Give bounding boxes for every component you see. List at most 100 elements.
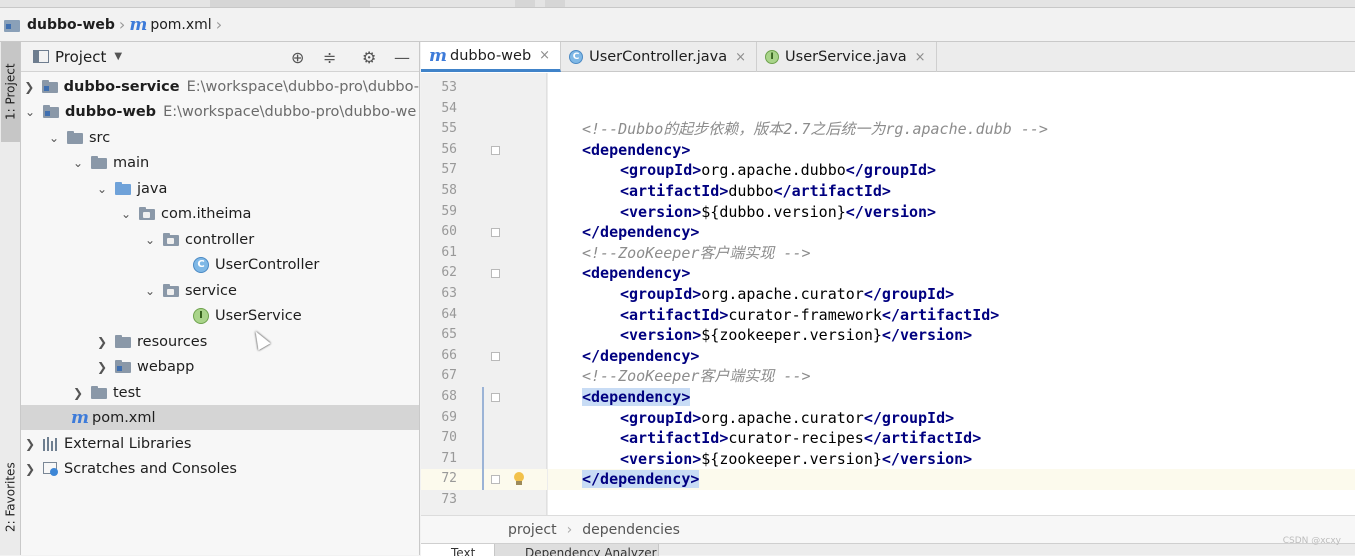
line-number: 57: [441, 162, 457, 178]
close-icon[interactable]: ×: [735, 50, 746, 65]
locate-icon[interactable]: ⊕: [291, 48, 304, 67]
tree-item-userservice[interactable]: I UserService: [21, 303, 419, 328]
tree-item-test[interactable]: ❯ test: [21, 380, 419, 405]
close-icon[interactable]: ×: [539, 48, 550, 63]
code-line: <version>${dubbo.version}</version>: [620, 202, 936, 223]
chevron-down-icon[interactable]: ⌄: [23, 105, 37, 119]
xml-comment: <!--ZooKeeper客户端实现 -->: [582, 243, 811, 262]
tree-item-scratches[interactable]: ❯ Scratches and Consoles: [21, 456, 419, 481]
chevron-right-icon[interactable]: ❯: [95, 335, 109, 349]
xml-text: curator-framework: [728, 305, 882, 324]
close-icon[interactable]: ×: [915, 50, 926, 65]
tree-item-pom-xml[interactable]: m pom.xml: [21, 405, 419, 430]
xml-open-tag: <version>: [620, 202, 702, 221]
tree-item-dubbo-service[interactable]: ❯ dubbo-service E:\workspace\dubbo-pro\d…: [21, 74, 419, 99]
fold-toggle[interactable]: [491, 393, 500, 402]
folder-icon: [91, 156, 108, 169]
tree-item-label: External Libraries: [64, 435, 192, 452]
tab-label: UserController.java: [589, 49, 728, 65]
tree-item-label: pom.xml: [92, 409, 156, 426]
xml-open-tag: <groupId>: [620, 285, 702, 303]
xml-close-tag: </version>: [881, 326, 973, 345]
tree-item-label: test: [113, 384, 141, 401]
chevron-down-icon[interactable]: ⌄: [71, 156, 85, 170]
chevron-down-icon[interactable]: ⌄: [143, 284, 157, 298]
chevron-right-icon[interactable]: ❯: [23, 80, 36, 94]
minimize-icon[interactable]: —: [394, 48, 410, 67]
chevron-down-icon[interactable]: ⌄: [95, 182, 109, 196]
editor-breadcrumb: project › dependencies: [421, 515, 1355, 543]
lightbulb-icon[interactable]: [513, 472, 525, 486]
tab-dubbo-web[interactable]: m dubbo-web ×: [421, 42, 562, 72]
chevron-down-icon[interactable]: ⌄: [143, 233, 157, 247]
editor-breadcrumb-project[interactable]: project: [508, 522, 557, 538]
xml-open-tag: <artifactId>: [620, 182, 729, 200]
chevron-right-icon[interactable]: ❯: [95, 360, 109, 374]
tree-item-label: main: [113, 154, 150, 171]
line-number: 59: [441, 203, 457, 219]
code-line: <version>${zookeeper.version}</version>: [620, 449, 972, 470]
chevron-right-icon: ›: [566, 521, 573, 538]
tree-item-label: controller: [185, 231, 255, 248]
breadcrumb: dubbo-web › m pom.xml ›: [4, 8, 226, 41]
project-tool-tab[interactable]: 1: Project: [1, 42, 20, 142]
indent-guide: [547, 73, 548, 515]
gear-icon[interactable]: ⚙: [362, 48, 376, 67]
favorites-tool-tab-label: 2: Favorites: [3, 462, 18, 532]
tab-userservice-java[interactable]: I UserService.java ×: [757, 42, 937, 72]
xml-open-tag: <artifactId>: [620, 305, 729, 324]
xml-tag: <dependency>: [582, 140, 691, 159]
code-line: </dependency>: [582, 222, 699, 243]
tree-item-external-libraries[interactable]: ❯ External Libraries: [21, 431, 419, 456]
tree-item-label: com.itheima: [161, 205, 252, 222]
tree-item-com-itheima[interactable]: ⌄ com.itheima: [21, 201, 419, 226]
tab-dependency-analyzer[interactable]: Dependency Analyzer: [495, 544, 659, 556]
line-number: 72: [441, 471, 457, 487]
project-panel: Project ▼ ⊕ ≑ ⚙ — ❯ dubbo-service E:\wor…: [21, 42, 420, 555]
class-icon: C: [569, 50, 584, 64]
tab-usercontroller-java[interactable]: C UserController.java ×: [561, 42, 758, 72]
tree-item-controller[interactable]: ⌄ controller: [21, 227, 419, 252]
xml-close-tag: </artifactId>: [773, 182, 891, 200]
chevron-down-icon[interactable]: ⌄: [119, 207, 133, 221]
watermark: CSDN @xcxy: [1282, 536, 1341, 546]
chevron-right-icon[interactable]: ❯: [23, 462, 37, 476]
tree-item-resources[interactable]: ❯ resources: [21, 329, 419, 354]
tree-item-usercontroller[interactable]: C UserController: [21, 252, 419, 277]
line-number: 54: [441, 100, 457, 116]
fold-toggle[interactable]: [491, 228, 500, 238]
tree-item-label: webapp: [137, 358, 195, 375]
editor-tabs: m dubbo-web × C UserController.java × I …: [421, 42, 1355, 72]
fold-toggle[interactable]: [491, 145, 500, 155]
code-line: <!--Dubbo的起步依赖，版本2.7之后统一为rg.apache.dubb …: [582, 119, 1048, 140]
chevron-right-icon[interactable]: ❯: [71, 386, 85, 400]
chevron-right-icon[interactable]: ❯: [23, 437, 37, 451]
tree-item-service[interactable]: ⌄ service: [21, 278, 419, 303]
fold-toggle[interactable]: [491, 269, 500, 279]
fold-toggle[interactable]: [491, 351, 500, 361]
chevron-down-icon[interactable]: ⌄: [47, 131, 61, 145]
tree-item-main[interactable]: ⌄ main: [21, 150, 419, 175]
project-panel-title[interactable]: Project: [55, 48, 106, 66]
tab-text[interactable]: Text: [421, 544, 495, 556]
tree-item-dubbo-web[interactable]: ⌄ dubbo-web E:\workspace\dubbo-pro\dubbo…: [21, 99, 419, 124]
toolbar-strip: [0, 0, 1355, 8]
fold-toggle[interactable]: [491, 475, 500, 485]
breadcrumb-file[interactable]: pom.xml: [150, 17, 211, 33]
caret-down-icon[interactable]: ▼: [114, 51, 122, 62]
xml-text: dubbo: [728, 182, 774, 200]
tree-item-webapp[interactable]: ❯ webapp: [21, 354, 419, 379]
favorites-tool-tab[interactable]: 2: Favorites: [1, 447, 20, 547]
maven-icon: m: [129, 14, 148, 35]
collapse-icon[interactable]: ≑: [323, 48, 336, 67]
code-line: <!--ZooKeeper客户端实现 -->: [582, 366, 811, 387]
editor-breadcrumb-dependencies[interactable]: dependencies: [582, 522, 680, 538]
breadcrumb-project[interactable]: dubbo-web: [27, 17, 115, 33]
module-path: E:\workspace\dubbo-pro\dubbo-: [186, 78, 419, 95]
current-line-highlight: [421, 469, 1355, 491]
tree-item-java[interactable]: ⌄ java: [21, 176, 419, 201]
xml-text: ${dubbo.version}: [701, 202, 846, 221]
tree-item-src[interactable]: ⌄ src: [21, 125, 419, 150]
navigation-bar: dubbo-web › m pom.xml ›: [0, 8, 1355, 42]
scratches-icon: [43, 461, 59, 476]
